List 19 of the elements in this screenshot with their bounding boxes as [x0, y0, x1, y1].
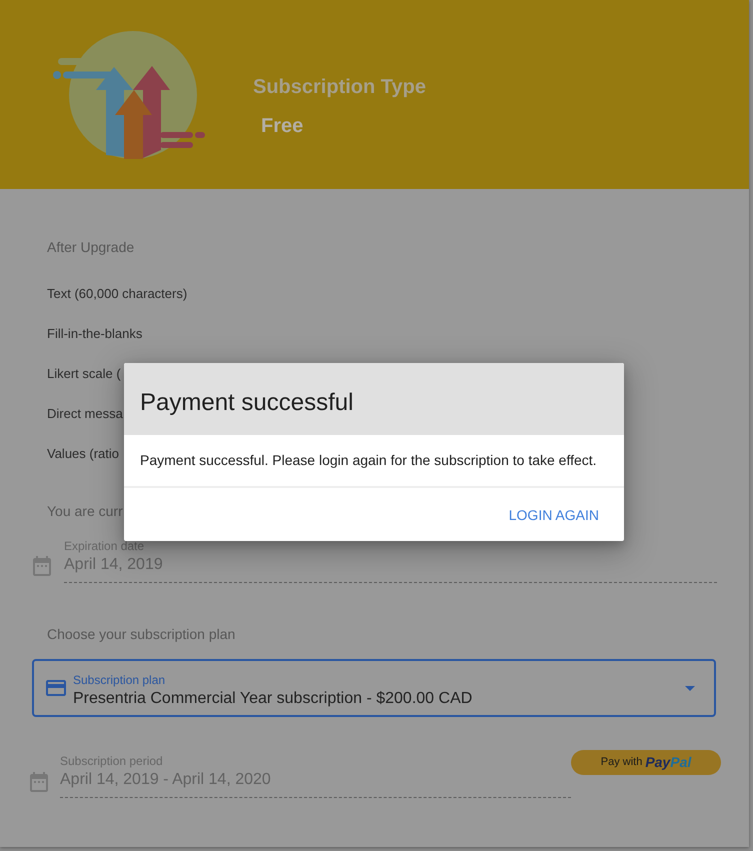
dropdown-caret-icon	[685, 686, 695, 690]
feature-item: Values (ratio	[47, 445, 120, 463]
paypal-button[interactable]: Pay with PayPal	[571, 750, 721, 775]
dialog-message: Payment successful. Please login again for the subscription to take effect.	[140, 451, 597, 470]
credit-card-icon	[46, 680, 66, 696]
calendar-icon	[33, 556, 51, 576]
subscription-type-value: Free	[261, 114, 304, 138]
section-heading: After Upgrade	[47, 238, 134, 257]
feature-item: Direct messa	[47, 405, 123, 423]
feature-item: Likert scale (	[47, 365, 121, 383]
login-again-button[interactable]: LOGIN AGAIN	[500, 496, 607, 532]
feature-item: Text (60,000 characters)	[47, 285, 188, 303]
subscription-plan-select[interactable]: Subscription plan Presentria Commercial Year subscription - $200.00 CAD	[32, 659, 716, 717]
current-plan-text: You are curr	[47, 502, 123, 521]
feature-item: Fill-in-the-blanks	[47, 325, 142, 343]
subscription-type-title: Subscription Type	[253, 75, 426, 99]
dialog-title: Payment successful	[140, 389, 354, 417]
section-heading: Choose your subscription plan	[47, 625, 236, 644]
calendar-icon	[30, 772, 48, 792]
